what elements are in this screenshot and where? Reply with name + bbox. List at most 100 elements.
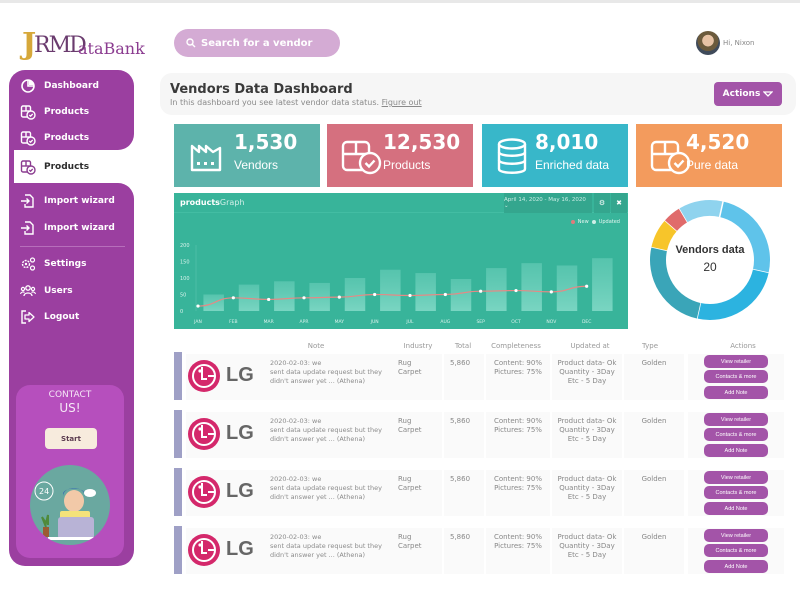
point-new (302, 296, 306, 300)
actions-label: Actions (722, 89, 761, 99)
note-cell: 2020-02-03: we sent data update request b… (270, 533, 400, 560)
sidebar-item-label: Users (44, 286, 73, 296)
view-retailer-button[interactable]: View retailer (704, 529, 768, 542)
add-note-button[interactable]: Add Note (704, 502, 768, 515)
type-cell: Golden (624, 470, 684, 516)
sidebar-item-label: Settings (44, 259, 87, 269)
contacts-more-button[interactable]: Contacts & more (704, 486, 768, 499)
start-button[interactable]: Start (45, 428, 97, 449)
figure-out-link[interactable]: Figure out (382, 98, 422, 107)
view-retailer-button[interactable]: View retailer (704, 413, 768, 426)
note-cell: 2020-02-03: we sent data update request b… (270, 475, 400, 502)
x-tick-label: AUG (440, 319, 450, 325)
bar-updated (592, 258, 613, 311)
point-new (549, 290, 553, 294)
bar-updated (450, 278, 472, 311)
sidebar-item-products-2[interactable]: Products (20, 130, 89, 146)
sidebar-item-label: Products (44, 133, 90, 143)
note-text: sent data update request but they didn't… (270, 484, 382, 501)
sidebar-item-import-wizard-2[interactable]: Import wizard (20, 220, 115, 236)
x-tick-label: OCT (511, 319, 521, 325)
note-date: 2020-02-03: we (270, 475, 322, 483)
updated-line: Product data- Ok (557, 359, 617, 367)
support-agent-icon: 24 (34, 481, 104, 540)
sidebar-item-label: Import wizard (44, 223, 115, 233)
file-import-icon (21, 221, 34, 235)
sidebar-item-import-wizard-1[interactable]: Import wizard (20, 193, 115, 209)
products-graph: productsGraph April 14, 2020 - May 16, 2… (174, 193, 628, 329)
user-menu[interactable]: Hi, Nixon (696, 31, 755, 55)
stat-label: Pure data (686, 158, 739, 172)
search-icon (186, 38, 196, 48)
lg-logo-icon (188, 418, 220, 450)
point-new (231, 296, 235, 300)
vendor-name: LG (226, 538, 254, 560)
stat-card-vendors[interactable]: 1,530 Vendors (174, 124, 320, 187)
lg-logo-icon (188, 476, 220, 508)
updated-at-cell: Product data- Ok Quantity - 3Day Etc - 5 D… (552, 354, 622, 400)
table-row[interactable]: LG 2020-02-03: we sent data update request… (174, 352, 784, 400)
point-new (267, 297, 271, 302)
industry-cell: Rug Carpet (392, 528, 442, 574)
total-cell: 5,860 (444, 470, 484, 516)
point-new (514, 288, 518, 293)
avatar[interactable] (696, 31, 720, 55)
view-retailer-button[interactable]: View retailer (704, 355, 768, 368)
column-header-note: Note (307, 342, 325, 350)
completeness-cell: Content: 90% Pictures: 75% (486, 528, 550, 574)
contacts-more-button[interactable]: Contacts & more (704, 370, 768, 383)
sidebar-item-settings[interactable]: Settings (20, 256, 86, 272)
x-tick-label: JUL (405, 319, 414, 325)
industry-cell: Rug Carpet (392, 354, 442, 400)
vendor-name: LG (226, 364, 254, 386)
contacts-more-button[interactable]: Contacts & more (704, 544, 768, 557)
type-cell: Golden (624, 528, 684, 574)
add-note-button[interactable]: Add Note (704, 386, 768, 399)
x-tick-label: NOV (546, 319, 557, 325)
note-cell: 2020-02-03: we sent data update request b… (270, 359, 400, 386)
contact-us-card: CONTACT US! Start 24 (16, 385, 124, 558)
pie-chart-icon (21, 79, 35, 93)
sidebar-item-products-1[interactable]: Products (20, 104, 89, 120)
updated-line: Etc - 5 Day (567, 435, 607, 443)
completeness-line: Pictures: 75% (494, 426, 542, 434)
total-cell: 5,860 (444, 354, 484, 400)
factory-icon (190, 144, 222, 172)
note-date: 2020-02-03: we (270, 533, 322, 541)
completeness-cell: Content: 90% Pictures: 75% (486, 354, 550, 400)
stat-card-pure-data[interactable]: 4,520 Pure data (636, 124, 782, 187)
sidebar-item-dashboard[interactable]: Dashboard (20, 78, 99, 94)
point-new (443, 292, 447, 297)
view-retailer-button[interactable]: View retailer (704, 471, 768, 484)
donut-slice (696, 269, 769, 320)
contacts-more-button[interactable]: Contacts & more (704, 428, 768, 441)
sidebar-item-products-active[interactable]: Products (20, 159, 89, 175)
stat-card-products[interactable]: 12,530 Products (327, 124, 473, 187)
app-logo[interactable]: J RMD ataBank (20, 27, 145, 63)
box-check-icon (341, 140, 382, 175)
point-new (196, 304, 200, 308)
updated-line: Product data- Ok (557, 533, 617, 541)
actions-dropdown-button[interactable]: Actions (714, 82, 782, 106)
table-row[interactable]: LG 2020-02-03: we sent data update request… (174, 468, 784, 516)
add-note-button[interactable]: Add Note (704, 560, 768, 573)
vendor-name: LG (226, 480, 254, 502)
point-new (585, 284, 589, 288)
gears-icon (21, 257, 36, 271)
search-input[interactable]: Search for a vendor (174, 29, 340, 57)
y-tick-label: 50 (180, 293, 186, 299)
sidebar-item-logout[interactable]: Logout (20, 309, 79, 325)
page-subtitle-text: In this dashboard you see latest vendor … (170, 98, 380, 107)
sidebar-item-users[interactable]: Users (20, 283, 73, 299)
stat-value: 4,520 (686, 130, 750, 154)
logo-bank: ataBank (78, 39, 145, 58)
note-text: sent data update request but they didn't… (270, 368, 382, 385)
add-note-button[interactable]: Add Note (704, 444, 768, 457)
stat-card-enriched-data[interactable]: 8,010 Enriched data (482, 124, 628, 187)
total-cell: 5,860 (444, 412, 484, 458)
industry-line: Rug (398, 475, 412, 483)
row-accent-bar (174, 526, 182, 574)
table-row[interactable]: LG 2020-02-03: we sent data update request… (174, 526, 784, 574)
table-row[interactable]: LG 2020-02-03: we sent data update request… (174, 410, 784, 458)
point-new (408, 293, 412, 298)
